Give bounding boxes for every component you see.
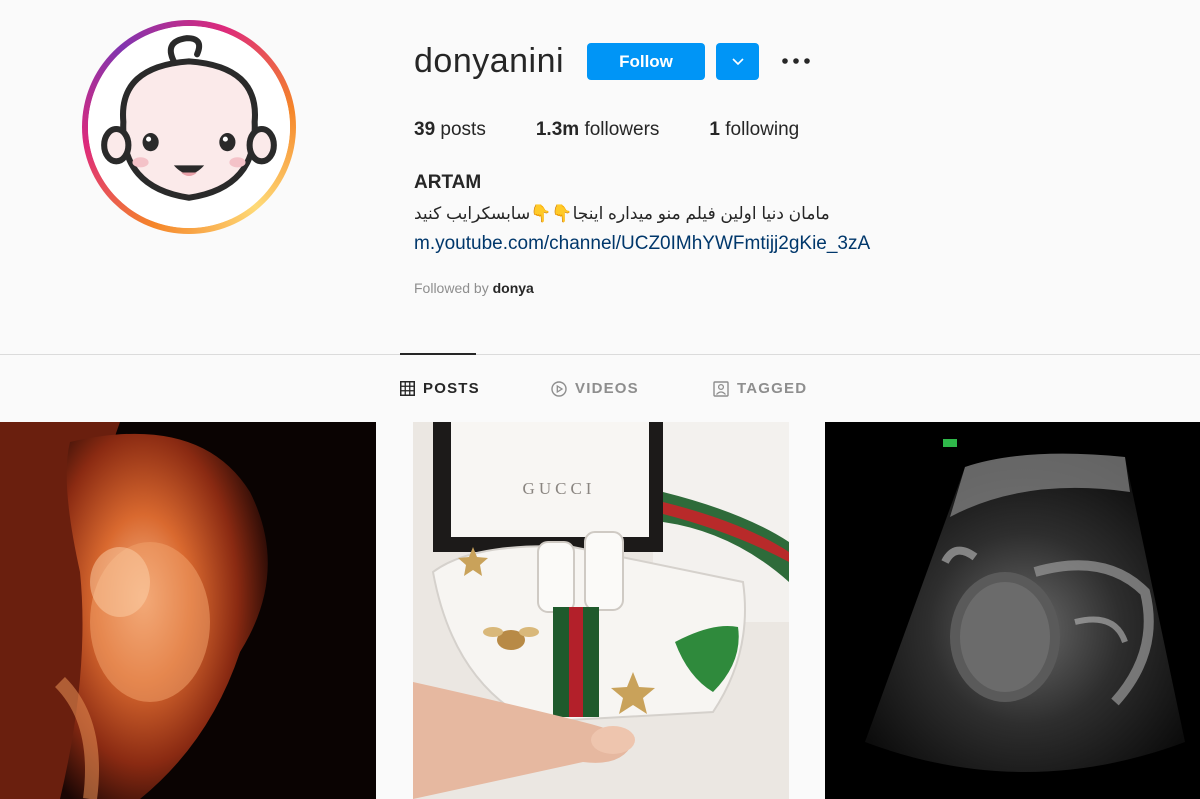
followers-stat[interactable]: 1.3m followers	[536, 119, 660, 141]
profile-bio: مامان دنیا اولین فیلم منو میداره اینجا👇👇…	[414, 204, 830, 223]
follow-button[interactable]: Follow	[587, 43, 705, 80]
followers-label: followers	[584, 119, 660, 140]
profile-username: donyanini	[414, 42, 565, 80]
chevron-down-icon	[731, 57, 744, 65]
active-tab-indicator	[400, 353, 476, 355]
profile-avatar[interactable]	[82, 20, 296, 234]
following-count: 1	[709, 119, 720, 140]
more-options-button[interactable]	[778, 46, 814, 76]
posts-count: 39	[414, 119, 436, 140]
followed-by-prefix: Followed by	[414, 280, 489, 296]
post-thumbnail-gucci-sneakers[interactable]: GUCCI	[413, 422, 789, 799]
followers-count: 1.3m	[535, 119, 580, 140]
profile-external-link[interactable]: m.youtube.com/channel/UCZ0IMhYWFmtijj2gK…	[414, 233, 870, 255]
play-icon	[551, 380, 567, 397]
gucci-baby-shoe-image: GUCCI	[413, 422, 789, 799]
suggestions-dropdown-button[interactable]	[716, 43, 759, 80]
tab-videos-label: VIDEOS	[575, 380, 639, 397]
posts-stat: 39 posts	[414, 119, 486, 141]
grid-icon	[400, 381, 415, 396]
baby-face-logo	[88, 26, 290, 228]
profile-full-name: ARTAM	[414, 172, 482, 193]
followed-by: Followed by donya	[414, 280, 534, 296]
following-stat[interactable]: 1 following	[709, 119, 799, 141]
tab-tagged-label: TAGGED	[737, 380, 808, 397]
tab-tagged[interactable]: TAGGED	[713, 380, 807, 397]
tabs-divider	[0, 354, 1200, 355]
following-label: following	[725, 119, 800, 140]
ellipsis-icon	[782, 58, 810, 64]
tag-icon	[713, 380, 729, 397]
tab-videos[interactable]: VIDEOS	[551, 380, 639, 397]
post-thumbnail-ultrasound-scan[interactable]	[825, 422, 1200, 799]
profile-stats: 39 posts 1.3m followers 1 following	[414, 119, 849, 141]
tab-posts-label: POSTS	[423, 380, 480, 397]
post-thumbnail-3d-ultrasound[interactable]	[0, 422, 376, 799]
ultrasound-3d-image	[0, 422, 376, 799]
gucci-box-text: GUCCI	[523, 479, 596, 498]
ultrasound-scan-image	[825, 422, 1200, 799]
posts-label: posts	[440, 119, 486, 140]
followed-by-user[interactable]: donya	[493, 280, 534, 296]
tab-posts[interactable]: POSTS	[400, 380, 480, 397]
